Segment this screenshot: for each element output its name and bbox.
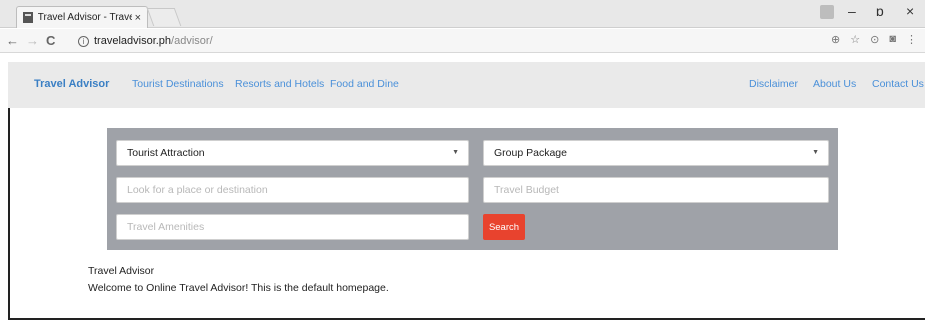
back-arrow-icon[interactable]: ← — [6, 33, 19, 48]
nav-food-dine[interactable]: Food and Dine — [330, 78, 399, 90]
nav-tourist-destinations[interactable]: Tourist Destinations — [132, 78, 224, 90]
package-select[interactable]: Group Package ▼ — [483, 140, 829, 166]
nav-contact-us[interactable]: Contact Us — [872, 78, 924, 90]
budget-input[interactable]: Travel Budget — [483, 177, 829, 203]
browser-tab[interactable]: Travel Advisor - Travel A × — [16, 6, 148, 28]
minimize-button[interactable]: – — [848, 3, 856, 19]
amenities-input[interactable]: Travel Amenities — [116, 214, 469, 240]
brand-link[interactable]: Travel Advisor — [34, 78, 109, 90]
forward-arrow-icon[interactable]: → — [26, 33, 39, 48]
search-panel: Tourist Attraction ▼ Group Package ▼ Loo… — [107, 128, 838, 250]
budget-placeholder: Travel Budget — [494, 184, 559, 196]
browser-tabstrip: Travel Advisor - Travel A × – ɒ × — [0, 0, 925, 28]
profile-icon[interactable] — [820, 5, 834, 19]
frame-border-bottom — [8, 318, 925, 320]
search-button[interactable]: Search — [483, 214, 525, 240]
extension-icon[interactable]: ⊙ — [870, 33, 879, 46]
place-search-placeholder: Look for a place or destination — [127, 184, 268, 196]
category-select-value: Tourist Attraction — [127, 147, 205, 159]
reload-icon[interactable]: C — [46, 33, 55, 48]
url-path: /advisor/ — [171, 35, 213, 47]
camera-icon[interactable]: ◙ — [889, 33, 896, 46]
tab-close-icon[interactable]: × — [135, 12, 141, 24]
close-window-button[interactable]: × — [906, 3, 914, 19]
nav-resorts-hotels[interactable]: Resorts and Hotels — [235, 78, 324, 90]
frame-border-left — [8, 108, 10, 320]
url-host: traveladvisor.ph — [94, 35, 172, 47]
maximize-button[interactable]: ɒ — [876, 3, 884, 19]
chevron-down-icon: ▼ — [452, 149, 459, 156]
amenities-placeholder: Travel Amenities — [127, 221, 205, 233]
nav-about-us[interactable]: About Us — [813, 78, 856, 90]
address-bar: ← → C i traveladvisor.ph/advisor/ ⊕ ☆ ⊙ … — [0, 29, 925, 53]
bookmark-star-icon[interactable]: ☆ — [850, 33, 860, 46]
new-tab-button[interactable] — [146, 8, 182, 26]
content-title: Travel Advisor — [88, 265, 155, 277]
info-icon[interactable]: i — [78, 35, 89, 47]
nav-disclaimer[interactable]: Disclaimer — [749, 78, 798, 90]
url-input[interactable]: i traveladvisor.ph/advisor/ — [78, 32, 768, 50]
page-favicon-icon — [23, 12, 33, 23]
place-search-input[interactable]: Look for a place or destination — [116, 177, 469, 203]
category-select[interactable]: Tourist Attraction ▼ — [116, 140, 469, 166]
package-select-value: Group Package — [494, 147, 567, 159]
menu-icon[interactable]: ⋮ — [906, 33, 917, 46]
tab-title: Travel Advisor - Travel A — [37, 12, 132, 23]
welcome-text: Welcome to Online Travel Advisor! This i… — [88, 282, 389, 294]
chevron-down-icon: ▼ — [812, 149, 819, 156]
site-navbar: Travel Advisor Tourist Destinations Reso… — [8, 62, 925, 108]
zoom-icon[interactable]: ⊕ — [831, 33, 840, 46]
